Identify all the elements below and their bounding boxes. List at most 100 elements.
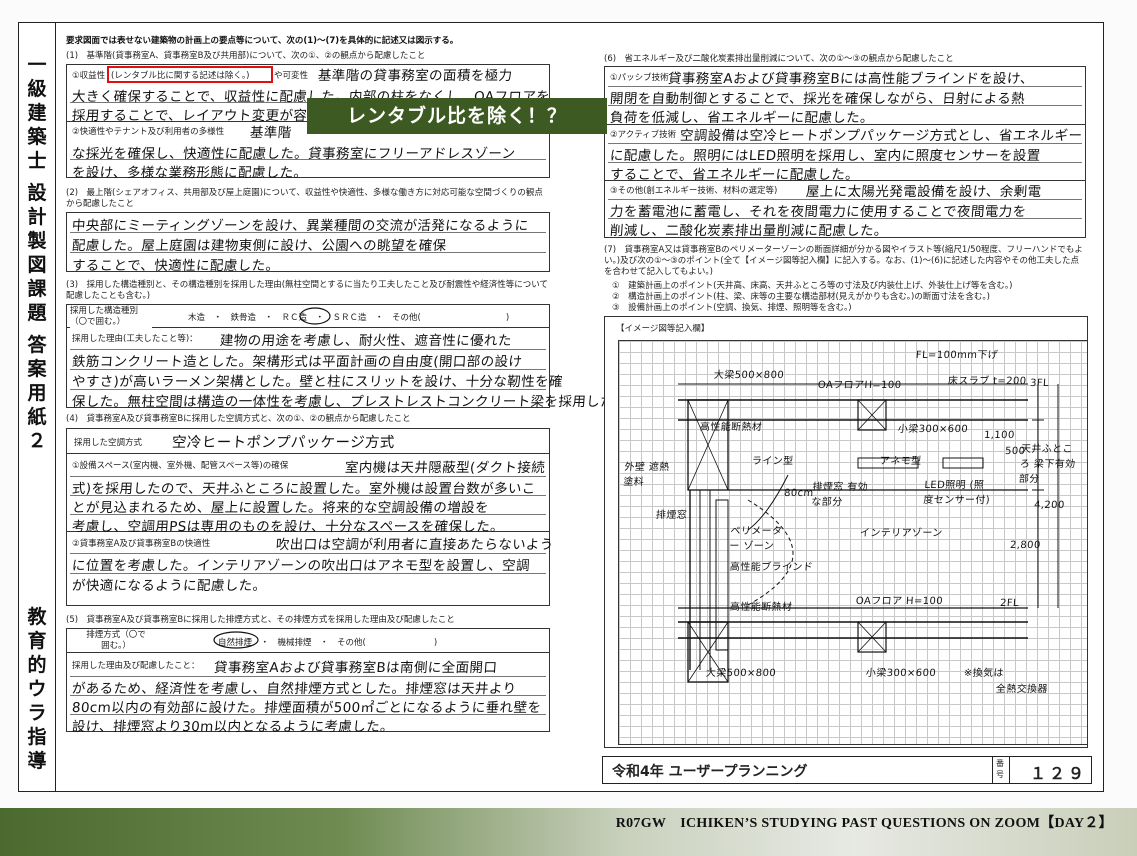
drawing-label: 床スラブ t=200 xyxy=(947,376,1027,387)
drawing-label: LED照明 (照度センサー付) xyxy=(922,480,991,506)
section-4-title: (4) 貸事務室A及び貸事務室Bに採用した空調方式と、次の①、②の観点から配慮し… xyxy=(66,414,411,424)
vtitle-char: 用 xyxy=(27,382,47,404)
drawing-label: 2FL xyxy=(999,598,1020,609)
vtitle-char: 設 xyxy=(27,182,47,204)
vtitle-char: ラ xyxy=(27,702,47,724)
section-1-title: (1) 基準階(貸事務室A、貸事務室B及び共用部)について、次の①、②の観点から… xyxy=(66,51,426,61)
drawing-label: 高性能断熱材 xyxy=(729,602,793,613)
drawing-label: 大梁500×800 xyxy=(713,370,785,381)
drawing-label: 排煙窓 有効な部分 xyxy=(810,482,869,508)
handwriting-line: 基準階 xyxy=(249,125,293,141)
section-7-point: ② 構造計画上のポイント(柱、梁、床等の主要な構造部材(見えがかりも含む。)の断… xyxy=(612,292,990,302)
vtitle-char: 級 xyxy=(27,78,47,100)
handwriting-line: 負荷を低減し、省エネルギーに配慮した。 xyxy=(609,110,875,126)
section-2-title: (2) 最上階(シェアオフィス、共用部及び屋上庭園)について、収益性や快適性、多… xyxy=(66,188,543,209)
drawing-label: 3FL xyxy=(1029,378,1050,389)
vtitle-char: 図 xyxy=(27,254,47,276)
section-6-row2-label: ②アクティブ技術 xyxy=(610,128,677,140)
ac-method-label: 採用した空調方式 xyxy=(74,436,143,448)
handwriting-line: 80cm以内の有効部に設けた。排煙面積が500㎡ごとになるように垂れ壁を xyxy=(71,700,542,716)
drawing-label: アネモ型 xyxy=(879,456,922,467)
section-6-row3-label: ③その他(創エネルギー技術、材料の選定等) xyxy=(610,184,778,196)
drawing-label: 全熱交換器 xyxy=(995,684,1049,695)
section-6-title: (6) 省エネルギー及び二酸化炭素排出量削減について、次の①～③の観点から配慮し… xyxy=(604,54,954,64)
handwriting-line: 中央部にミーティングゾーンを設け、異業種間の交流が活発になるように xyxy=(71,218,530,234)
highlight-frame xyxy=(107,66,273,83)
drawing-label: 高性能ブラインド xyxy=(729,562,814,573)
vtitle-char: 製 xyxy=(27,230,47,252)
section-7-point: ③ 設備計画上のポイント(空調、換気、排煙、照明等を含む。) xyxy=(612,303,852,313)
header-note: 要求図面では表せない建築物の計画上の要点等について、次の(1)～(7)を具体的に… xyxy=(66,36,459,46)
sheet-number: １２９ xyxy=(1030,764,1088,783)
handwriting-line: に位置を考慮した。インテリアゾーンの吹出口はアネモ型を設置し、空調 xyxy=(71,558,531,574)
handwriting-line: 室内機は天井隠蔽型(ダクト接続 xyxy=(344,460,546,476)
handwriting-line: 式)を採用したので、天井ふところに設置した。室外機は設置台数が多いこ xyxy=(71,481,537,497)
handwriting-line: 設け、排煙窓より30m以内となるように考慮した。 xyxy=(71,719,395,735)
divider xyxy=(66,652,550,653)
handwriting-line: やすさ)が高いラーメン架構とした。壁と柱にスリットを設け、十分な靭性を確 xyxy=(71,374,564,390)
drawing-label: FL=100mm下げ xyxy=(915,350,999,361)
ac-method-value: 空冷ヒートポンプパッケージ方式 xyxy=(171,435,396,451)
vtitle-char: 築 xyxy=(27,126,47,148)
handwriting-line: が快適になるように配慮した。 xyxy=(71,578,268,594)
section-1-row2-label: ②快適性やテナント及び利用者の多様性 xyxy=(72,125,225,137)
handwriting-line: 空調設備は空冷ヒートポンプパッケージ方式とし、省エネルギー xyxy=(679,128,1083,144)
drawing-label: 小梁300×600 xyxy=(865,668,937,679)
overlay-banner: レンタブル比を除く！？ xyxy=(307,98,607,134)
section-7-point: ① 建築計画上のポイント(天井高、床高、天井ふところ等の寸法及び内装仕上げ、外装… xyxy=(612,281,1013,291)
vtitle-char: 建 xyxy=(27,102,47,124)
vtitle-char: 教 xyxy=(27,606,47,628)
handwriting-line: 配慮した。屋上庭園は建物東側に設け、公園への眺望を確保 xyxy=(71,238,448,254)
vtitle-char: 育 xyxy=(27,630,47,652)
section-4-row1-label: ①設備スペース(室内機、室外機、配管スペース等)の確保 xyxy=(72,459,289,471)
smoke-reason-label: 採用した理由及び配慮したこと： xyxy=(72,659,200,671)
selected-option-circle xyxy=(299,307,331,325)
number-label: 番号 xyxy=(996,759,1004,779)
handwriting-line: 貸事務室Aおよび貸事務室Bは南側に全面開口 xyxy=(213,660,498,676)
handwriting-line: 建物の用途を考慮し、耐火性、遮音性に優れた xyxy=(219,333,513,349)
handwriting-line: 吹出口は空調が利用者に直接あたらないよう xyxy=(275,537,555,553)
handwriting-line: に配慮した。照明にはLED照明を採用し、室内に照度センサーを設置 xyxy=(609,148,1042,164)
vertical-title-column: 一 級 建 築 士 設 計 製 図 課 題 答 案 用 紙 ２ 教 育 的 ウ … xyxy=(18,22,56,792)
drawing-label: 天井ふところ 梁下有効部分 xyxy=(1018,444,1076,485)
vtitle-char: 紙 xyxy=(27,406,47,428)
drawing-label: ライン型 xyxy=(751,456,794,467)
section-5-title: (5) 貸事務室A及び貸事務室Bに採用した排煙方式と、その排煙方式を採用した理由… xyxy=(66,615,455,625)
structure-type-label: 採用した構造種別（〇で囲む。） xyxy=(70,306,152,328)
handwriting-line: 鉄筋コンクリート造とした。架構形式は平面計画の自由度(開口部の設け xyxy=(71,354,523,370)
vtitle-char: ２ xyxy=(27,430,47,452)
section-3-title: (3) 採用した構造種別と、その構造種別を採用した理由(無柱空間とするに当たり工… xyxy=(66,280,549,301)
vtitle-char: 題 xyxy=(27,302,47,324)
section-1-row1-label: ①収益性 xyxy=(72,69,106,81)
section-4-row2-label: ②貸事務室A及び貸事務室Bの快適性 xyxy=(72,537,211,549)
vtitle-char: 導 xyxy=(27,750,47,772)
drawing-label: 2,800 xyxy=(1009,540,1042,551)
handwriting-line: 開閉を自動制御とすることで、採光を確保しながら、日射による熱 xyxy=(609,91,1026,107)
vtitle-char: 答 xyxy=(27,334,47,356)
drawing-label: 4,200 xyxy=(1033,500,1066,511)
section-7-title: (7) 貸事務室A又は貸事務室Bのペリメーターゾーンの断面詳細が分かる図やイラス… xyxy=(604,245,1083,277)
handwriting-line: 削減し、二酸化炭素排出量削減に配慮した。 xyxy=(609,223,889,239)
handwriting-line: 貸事務室Aおよび貸事務室Bには高性能ブラインドを設け、 xyxy=(667,71,1035,87)
handwriting-line: 考慮し、空調用PSは専用のものを設け、十分なスペースを確保した。 xyxy=(71,519,505,535)
handwriting-line: 保した。無柱空間は構造の一体性を考慮し、プレストレストコンクリート梁を採用した。 xyxy=(71,394,629,410)
image-entry-label: 【イメージ図等記入欄】 xyxy=(616,322,710,334)
bottom-bar-text: R07GW ICHIKEN’S STUDYING PAST QUESTIONS … xyxy=(615,816,1113,831)
vtitle-char: 一 xyxy=(27,54,47,76)
vtitle-char: 課 xyxy=(27,278,47,300)
handwriting-line: があるため、経済性を考慮し、自然排煙方式とした。排煙窓は天井より xyxy=(71,681,517,697)
plan-title: 令和4年 ユーザープランニング xyxy=(612,764,808,780)
vtitle-char: 士 xyxy=(27,150,47,172)
drawing-label: ※換気は xyxy=(963,668,1005,679)
drawing-label: ペリメーター ゾーン xyxy=(728,526,783,552)
drawing-label: 80cm xyxy=(783,488,814,499)
vtitle-char: 計 xyxy=(27,206,47,228)
drawing-label: 外壁 遮熱塗料 xyxy=(622,462,670,488)
section-1-row1-label-tail: や可変性 xyxy=(274,69,309,81)
vtitle-char: 案 xyxy=(27,358,47,380)
handwriting-line: 基準階の貸事務室の面積を極力 xyxy=(317,68,514,84)
selected-option-circle xyxy=(213,631,259,649)
vtitle-char: ウ xyxy=(27,678,47,700)
drawing-label: OAフロアH=100 xyxy=(817,380,902,391)
handwriting-line: 力を蓄電池に蓄電し、それを夜間電力に使用することで夜間電力を xyxy=(609,204,1028,220)
